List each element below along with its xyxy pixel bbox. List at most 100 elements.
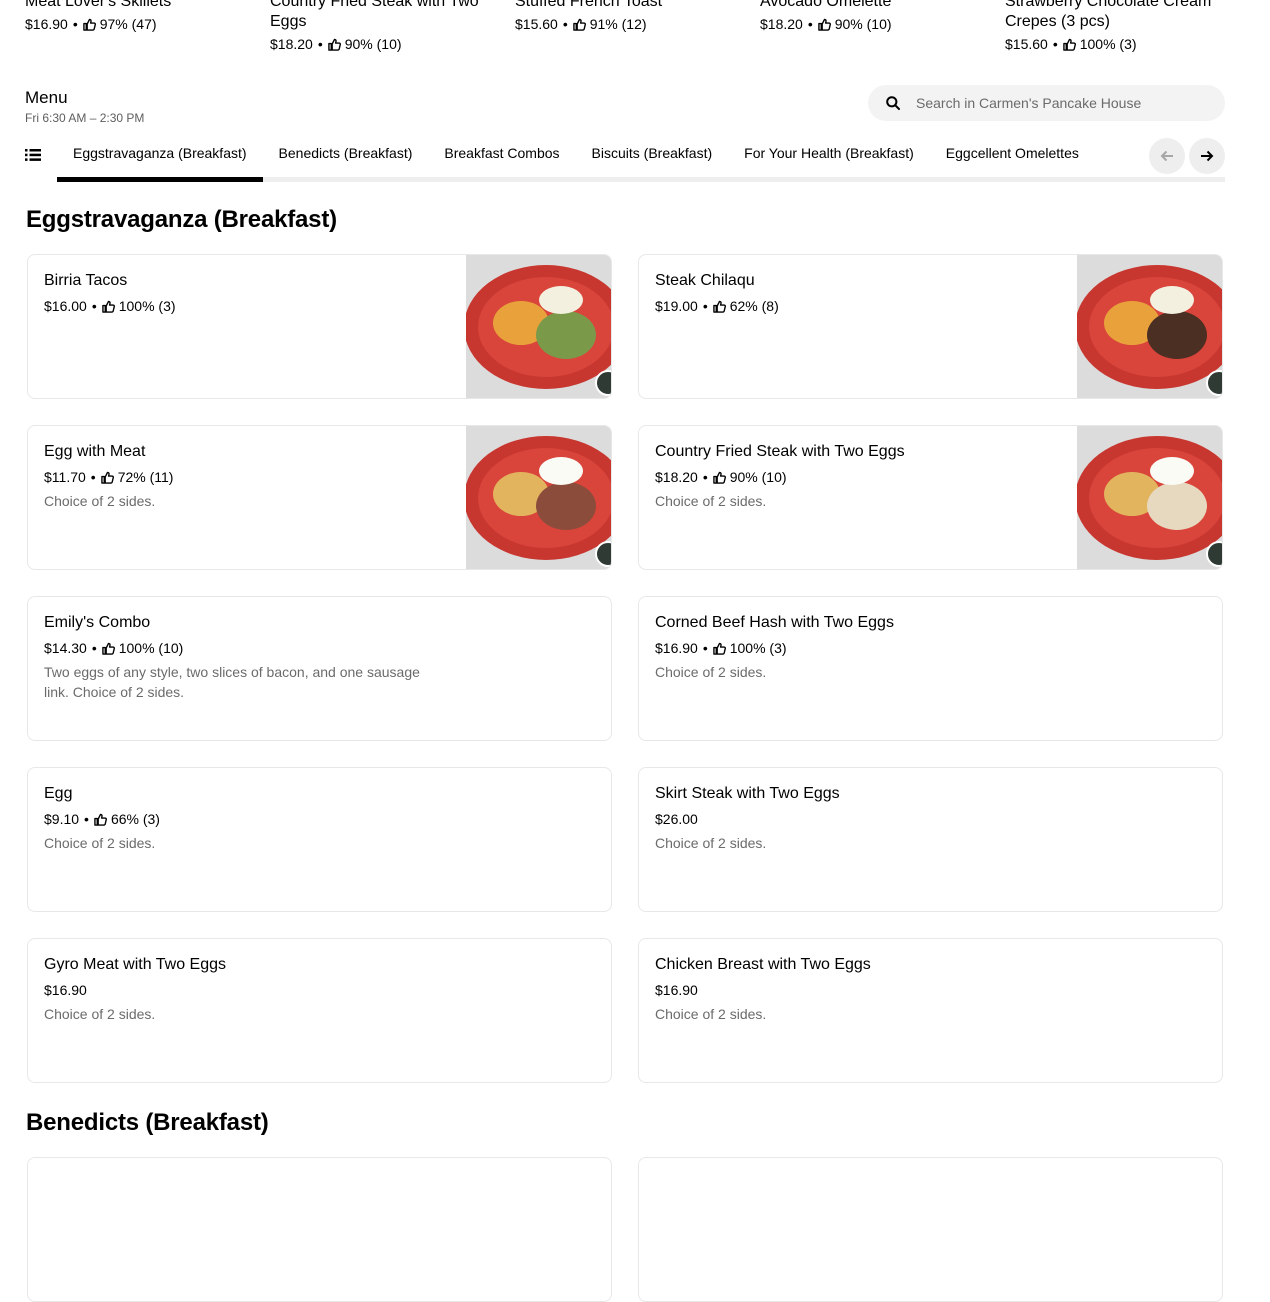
featured-item-price: $18.20 [760,16,803,32]
featured-item-rating: 90% (10) [344,36,402,52]
menu-item-card[interactable]: Steak Chilaqu $19.00 • 62% (8) [638,254,1223,399]
featured-item-name: Meat Lover's Skillets [25,0,172,10]
item-details: Egg with Meat $11.70 • 72% (11) Choice of 2 … [44,442,441,511]
tab-eggstravaganza-breakfast[interactable]: Eggstravaganza (Breakfast) [57,134,263,182]
tabs-next-button[interactable] [1189,138,1225,174]
search-input[interactable] [916,95,1206,111]
menu-item-card[interactable] [638,1157,1223,1302]
thumbs-up-icon [712,300,726,313]
item-description: Choice of 2 sides. [44,1006,156,1022]
item-description: Choice of 2 sides. [655,1006,767,1022]
item-details: Chicken Breast with Two Eggs $16.90 Choice… [655,955,1052,1024]
tabs-prev-button[interactable] [1149,138,1185,174]
item-description: Choice of 2 sides. [655,493,767,509]
item-price: $18.20 [655,469,698,485]
featured-items-strip: Meat Lover's Skillets $16.90 • 97% (47) Coun… [25,0,1225,62]
menu-item-card[interactable]: Chicken Breast with Two Eggs $16.90 Choice… [638,938,1223,1083]
separator-dot: • [1052,36,1058,52]
menu-hours: Fri 6:30 AM – 2:30 PM [25,111,145,125]
thumbs-up-icon [82,18,96,31]
item-rating: 100% (3) [118,298,176,314]
item-image [466,255,611,398]
featured-item[interactable]: Strawberry Chocolate Cream Crepes (3 pcs… [1005,0,1231,54]
featured-item-price: $16.90 [25,16,68,32]
menu-item-card[interactable]: Egg $9.10 • 66% (3) Choice of 2 sides. [27,767,612,912]
menu-item-card[interactable]: Corned Beef Hash with Two Eggs $16.90 • 100… [638,596,1223,741]
featured-item[interactable]: Meat Lover's Skillets $16.90 • 97% (47) [25,0,251,34]
menu-item-card[interactable]: Country Fried Steak with Two Eggs $18.20 •… [638,425,1223,570]
thumbs-up-icon [712,642,726,655]
list-icon[interactable] [25,148,41,162]
featured-item-rating: 97% (47) [99,16,157,32]
item-details: Gyro Meat with Two Eggs $16.90 Choice of 2… [44,955,441,1024]
featured-item[interactable]: Avocado Omelette $18.20 • 90% (10) [760,0,986,34]
item-meta: $9.10 • 66% (3) [44,809,441,829]
tab-benedicts-breakfast[interactable]: Benedicts (Breakfast) [263,134,429,182]
item-meta: $16.90 [655,980,1052,1000]
menu-item-card[interactable]: Emily's Combo $14.30 • 100% (10) Two eggs of… [27,596,612,741]
item-price: $19.00 [655,298,698,314]
separator-dot: • [702,640,708,656]
thumbs-up-icon [572,18,586,31]
menu-item-card[interactable]: Gyro Meat with Two Eggs $16.90 Choice of 2… [27,938,612,1083]
featured-item-name: Stuffed French Toast [515,0,663,10]
separator-dot: • [317,36,323,52]
item-price: $16.00 [44,298,87,314]
featured-item-name: Strawberry Chocolate Cream Crepes (3 pcs… [1005,0,1212,30]
item-meta: $19.00 • 62% (8) [655,296,1052,316]
thumbs-up-icon [101,300,115,313]
food-photo [466,255,611,398]
separator-dot: • [90,469,96,485]
food-photo [1077,255,1222,398]
tab-for-your-health-breakfast[interactable]: For Your Health (Breakfast) [728,134,930,182]
item-price: $16.90 [44,982,87,998]
separator-dot: • [702,298,708,314]
section-title: Eggstravaganza (Breakfast) [26,206,337,233]
item-rating: 100% (3) [729,640,787,656]
separator-dot: • [84,811,89,827]
item-rating: 62% (8) [729,298,779,314]
item-price: $14.30 [44,640,87,656]
thumbs-up-icon [712,471,726,484]
item-price: $16.90 [655,640,698,656]
item-description: Two eggs of any style, two slices of bac… [44,664,420,700]
menu-item-card[interactable]: Birria Tacos $16.00 • 100% (3) [27,254,612,399]
item-price: $9.10 [44,811,80,827]
thumbs-up-icon [327,38,341,51]
item-price: $26.00 [655,811,698,827]
featured-item-meta: $18.20 • 90% (10) [760,14,986,34]
item-description: Choice of 2 sides. [655,835,767,851]
search-icon [886,96,900,110]
item-name: Emily's Combo [44,614,151,631]
menu-title: Menu [25,88,68,107]
item-meta: $16.00 • 100% (3) [44,296,441,316]
featured-item[interactable]: Stuffed French Toast $15.60 • 91% (12) [515,0,741,34]
menu-item-card[interactable] [27,1157,612,1302]
featured-item-price: $18.20 [270,36,313,52]
item-image [466,426,611,569]
item-image [1077,426,1222,569]
menu-item-card[interactable]: Egg with Meat $11.70 • 72% (11) Choice of 2 … [27,425,612,570]
item-details: Steak Chilaqu $19.00 • 62% (8) [655,271,1052,316]
featured-item-rating: 100% (3) [1079,36,1137,52]
item-price: $16.90 [655,982,698,998]
thumbs-up-icon [100,471,114,484]
featured-item[interactable]: Country Fried Steak with Two Eggs $18.20 •… [270,0,496,54]
item-details: Country Fried Steak with Two Eggs $18.20 •… [655,442,1052,511]
item-name: Gyro Meat with Two Eggs [44,956,226,973]
menu-item-card[interactable]: Skirt Steak with Two Eggs $26.00 Choice of… [638,767,1223,912]
section-title: Benedicts (Breakfast) [26,1109,269,1136]
item-name: Birria Tacos [44,272,128,289]
tab-breakfast-combos[interactable]: Breakfast Combos [428,134,575,182]
food-photo [466,426,611,569]
separator-dot: • [91,640,97,656]
arrow-left-icon [1160,150,1173,162]
featured-item-meta: $16.90 • 97% (47) [25,14,251,34]
search-bar[interactable] [868,85,1225,121]
tab-biscuits-breakfast[interactable]: Biscuits (Breakfast) [576,134,729,182]
separator-dot: • [72,16,78,32]
thumbs-up-icon [817,18,831,31]
featured-item-price: $15.60 [1005,36,1048,52]
item-rating: 90% (10) [729,469,787,485]
tab-eggcellent-omelettes[interactable]: Eggcellent Omelettes [930,134,1095,182]
